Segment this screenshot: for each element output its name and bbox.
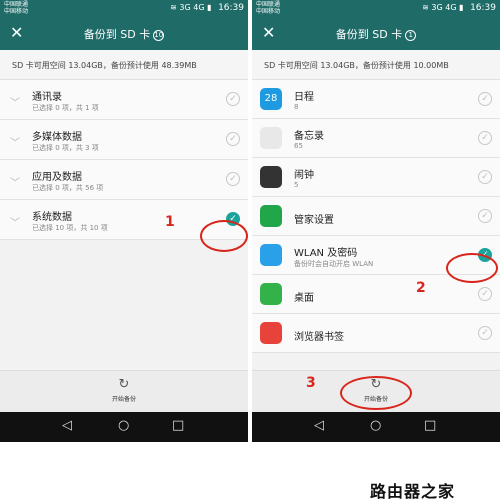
nav-bar: ◁ ○ □ xyxy=(252,412,500,442)
row-subtitle: 5 xyxy=(294,181,299,189)
back-icon[interactable]: ◁ xyxy=(62,418,72,433)
space-info: SD 卡可用空间 13.04GB，备份预计使用 10.00MB xyxy=(252,50,500,80)
check-icon[interactable]: ✓ xyxy=(478,209,492,223)
app-icon xyxy=(260,322,282,344)
check-icon[interactable]: ✓ xyxy=(478,170,492,184)
item-row[interactable]: 浏览器书签 ✓ xyxy=(252,314,500,353)
app-icon xyxy=(260,244,282,266)
row-title: 桌面 xyxy=(294,293,314,304)
carrier-info: 中国联通 中国移动 xyxy=(4,1,29,15)
category-row[interactable]: ﹀ 多媒体数据 已选择 0 项，共 3 项 ✓ xyxy=(0,120,248,160)
title-bar: ✕ 备份到 SD 卡 10 xyxy=(0,16,248,50)
row-title: 浏览器书签 xyxy=(294,332,344,343)
nav-bar: ◁ ○ □ xyxy=(0,412,248,442)
app-icon xyxy=(260,205,282,227)
battery-icon: ▮ xyxy=(207,3,212,12)
page-title: 备份到 SD 卡1 xyxy=(252,26,500,42)
status-bar: 中国联通 中国移动 ≋ 3G 4G ▮ 16:39 xyxy=(252,0,500,16)
page-title: 备份到 SD 卡 10 xyxy=(83,28,165,41)
status-right: ≋ 3G 4G ▮ 16:39 xyxy=(170,3,244,13)
highlight-ellipse-3 xyxy=(340,376,412,410)
annotation-2: 2 xyxy=(416,280,426,296)
row-title: 应用及数据 xyxy=(32,172,82,183)
start-backup-button[interactable]: ↻ 开始备份 xyxy=(0,370,248,412)
wifi-icon: ≋ xyxy=(170,3,177,12)
left-screen: 中国联通 中国移动 ≋ 3G 4G ▮ 16:39 ✕ 备份到 SD 卡 10 S… xyxy=(0,0,248,442)
space-info: SD 卡可用空间 13.04GB，备份预计使用 48.39MB xyxy=(0,50,248,80)
check-icon[interactable]: ✓ xyxy=(226,172,240,186)
category-row[interactable]: ﹀ 通讯录 已选择 0 项，共 1 项 ✓ xyxy=(0,80,248,120)
app-icon xyxy=(260,283,282,305)
row-subtitle: 备份时会自动开启 WLAN xyxy=(294,260,374,268)
annotation-1: 1 xyxy=(165,214,175,230)
row-subtitle: 65 xyxy=(294,142,303,150)
check-icon[interactable]: ✓ xyxy=(478,92,492,106)
row-title: 系统数据 xyxy=(32,212,72,223)
back-icon[interactable]: ◁ xyxy=(314,418,324,433)
check-icon[interactable]: ✓ xyxy=(478,326,492,340)
battery-icon: ▮ xyxy=(459,3,464,12)
recents-icon[interactable]: □ xyxy=(172,418,184,433)
check-icon[interactable]: ✓ xyxy=(478,131,492,145)
row-subtitle: 已选择 0 项，共 3 项 xyxy=(32,144,99,152)
recents-icon[interactable]: □ xyxy=(424,418,436,433)
item-row[interactable]: 管家设置 ✓ xyxy=(252,197,500,236)
check-icon[interactable]: ✓ xyxy=(226,132,240,146)
highlight-ellipse-1 xyxy=(200,220,248,252)
category-row[interactable]: ﹀ 应用及数据 已选择 0 项，共 56 项 ✓ xyxy=(0,160,248,200)
count-badge: 1 xyxy=(405,30,417,41)
app-icon xyxy=(260,127,282,149)
row-title: 管家设置 xyxy=(294,215,334,226)
refresh-icon: ↻ xyxy=(118,377,130,392)
home-icon[interactable]: ○ xyxy=(370,418,381,433)
row-title: 多媒体数据 xyxy=(32,132,82,143)
watermark: 路由器之家 xyxy=(370,482,456,501)
chevron-down-icon: ﹀ xyxy=(10,98,20,109)
status-bar: 中国联通 中国移动 ≋ 3G 4G ▮ 16:39 xyxy=(0,0,248,16)
row-subtitle: 已选择 0 项，共 1 项 xyxy=(32,104,99,112)
count-badge: 10 xyxy=(153,30,165,41)
row-title: 闹钟 xyxy=(294,170,314,181)
row-subtitle: 8 xyxy=(294,103,299,111)
row-title: 日程 xyxy=(294,92,314,103)
item-row[interactable]: 备忘录 65 ✓ xyxy=(252,119,500,158)
category-list: ﹀ 通讯录 已选择 0 项，共 1 项 ✓ ﹀ 多媒体数据 已选择 0 项，共 3 项 ✓ ﹀ 应… xyxy=(0,80,248,240)
app-icon xyxy=(260,166,282,188)
chevron-down-icon: ﹀ xyxy=(10,218,20,229)
item-list: 28 日程 8 ✓ 备忘录 65 ✓ 闹钟 5 ✓ 管家设置 ✓ WLAN 及密码 备份时会自动开启 WL… xyxy=(252,80,500,353)
wifi-icon: ≋ xyxy=(422,3,429,12)
home-icon[interactable]: ○ xyxy=(118,418,129,433)
check-icon[interactable]: ✓ xyxy=(478,287,492,301)
row-title: 通讯录 xyxy=(32,92,62,103)
row-title: 备忘录 xyxy=(294,131,324,142)
row-subtitle: 已选择 0 项，共 56 项 xyxy=(32,184,104,192)
check-icon[interactable]: ✓ xyxy=(226,92,240,106)
status-right: ≋ 3G 4G ▮ 16:39 xyxy=(422,3,496,13)
item-row[interactable]: 28 日程 8 ✓ xyxy=(252,80,500,119)
app-icon: 28 xyxy=(260,88,282,110)
annotation-3: 3 xyxy=(306,375,316,391)
carrier-info: 中国联通 中国移动 xyxy=(256,1,281,15)
item-row[interactable]: 闹钟 5 ✓ xyxy=(252,158,500,197)
row-subtitle: 已选择 10 项，共 10 项 xyxy=(32,224,108,232)
highlight-ellipse-2 xyxy=(446,253,498,283)
chevron-down-icon: ﹀ xyxy=(10,138,20,149)
title-bar: ✕ 备份到 SD 卡1 xyxy=(252,16,500,50)
chevron-down-icon: ﹀ xyxy=(10,178,20,189)
row-title: WLAN 及密码 xyxy=(294,248,358,259)
